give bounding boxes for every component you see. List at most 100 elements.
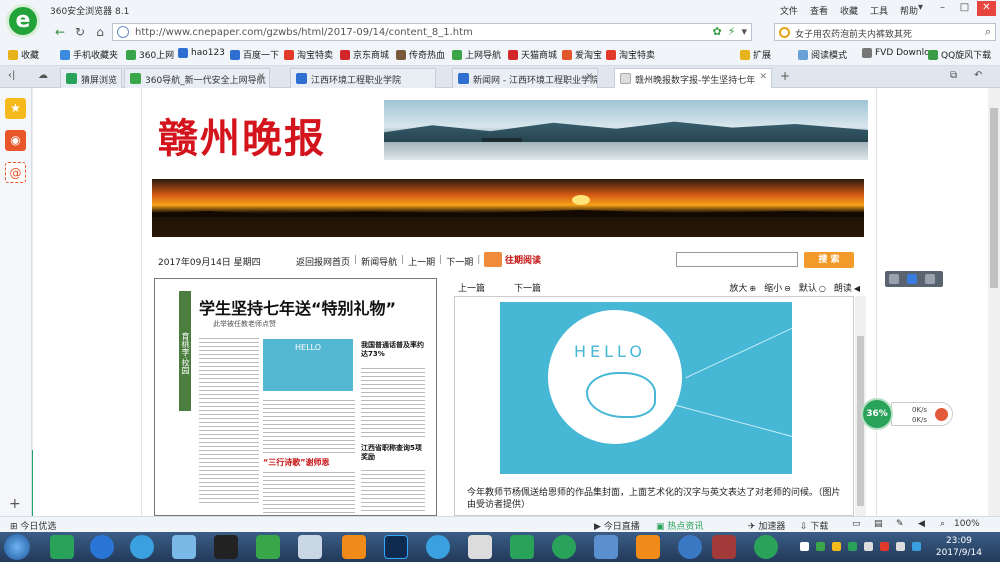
taskbar-360-browser-icon[interactable] (50, 535, 74, 559)
tab-college[interactable]: 江西环境工程职业学院 (290, 68, 436, 88)
taskbar-bird-icon[interactable] (130, 535, 154, 559)
read-aloud-button[interactable]: 朗读 ◀ (834, 281, 860, 294)
menu-favorites[interactable]: 收藏 (840, 4, 858, 17)
tray-360-icon[interactable] (848, 542, 857, 551)
cloud-icon[interactable]: ☁ (38, 70, 48, 81)
tray-ime-icon[interactable] (912, 542, 921, 551)
download-link[interactable]: ⇩ 下载 (800, 519, 828, 532)
favorite-item[interactable]: hao123 (178, 48, 225, 58)
home-link[interactable]: 返回报网首页 (296, 255, 350, 268)
section-nav-link[interactable]: 新闻导航 (361, 255, 397, 268)
clock[interactable]: 23:09 2017/9/14 (936, 535, 982, 559)
paper-search-button[interactable]: 搜 索 (804, 252, 854, 268)
hot-news-link[interactable]: ▣ 热点资讯 (656, 519, 703, 532)
favorite-item[interactable]: 阅读模式 (798, 48, 847, 61)
taskbar-taobao-icon[interactable] (636, 535, 660, 559)
newspaper-headline[interactable]: 学生坚持七年送“特别礼物” (199, 295, 396, 319)
favorite-item[interactable]: 扩展 (740, 48, 771, 61)
search-field[interactable]: 女子用农药泡前夫内裤致其死 ⌕ (774, 23, 996, 41)
tab-guess[interactable]: 猜屏浏览 (60, 68, 122, 88)
favorite-item[interactable]: FVD Downloa (862, 48, 935, 58)
side-story-2[interactable]: 江西省职称查询5项奖励 (361, 444, 425, 462)
lightning-icon[interactable]: ⚡ (728, 25, 736, 38)
search-icon[interactable]: ⌕ (985, 25, 991, 39)
tab-news[interactable]: 新闻网 - 江西环境工程职业学院 ✕ (452, 68, 598, 88)
menu-view[interactable]: 查看 (810, 4, 828, 17)
taskbar-disc-icon[interactable] (298, 535, 322, 559)
close-button[interactable]: ✕ (977, 1, 996, 16)
favorite-item[interactable]: 京东商城 (340, 48, 389, 61)
taskbar-play-icon[interactable] (552, 535, 576, 559)
taskbar-doc-icon[interactable] (468, 535, 492, 559)
favorite-item[interactable]: 淘宝特卖 (284, 48, 333, 61)
poem-story[interactable]: “三行诗歌”谢师恩 (263, 457, 330, 468)
restore-tab-icon[interactable]: ⧉ (950, 70, 957, 81)
favorite-item[interactable]: 传奇热血 (396, 48, 445, 61)
url-text[interactable]: http://www.cnepaper.com/gzwbs/html/2017-… (135, 27, 473, 38)
tray-shield-icon[interactable] (816, 542, 825, 551)
undo-tab-icon[interactable]: ↶ (974, 70, 982, 81)
floating-toolbar[interactable] (885, 271, 943, 287)
settings-icon[interactable] (925, 274, 935, 284)
sb-zoom-icon[interactable]: ⌕ (940, 519, 945, 529)
taskbar-iqiyi-icon[interactable] (510, 535, 534, 559)
paper-search-input[interactable] (676, 252, 798, 267)
tray-plus-icon[interactable] (832, 542, 841, 551)
tab-close-icon[interactable]: ✕ (585, 72, 593, 82)
tab-gzwb[interactable]: 赣州晚报数字报-学生坚持七年 ✕ (614, 68, 772, 88)
star-icon[interactable]: ★ (5, 98, 26, 119)
screen-icon[interactable] (889, 274, 899, 284)
back-icon[interactable]: ← (52, 24, 68, 40)
tray-alert-icon[interactable] (880, 542, 889, 551)
home-icon[interactable]: ⌂ (92, 24, 108, 40)
tray-volume-icon[interactable] (896, 542, 905, 551)
taskbar-qq-icon[interactable] (214, 535, 238, 559)
prev-issue-link[interactable]: 上一期 (408, 255, 435, 268)
past-issue-link[interactable]: 往期阅读 (484, 252, 541, 267)
taskbar-wechat-icon[interactable] (754, 535, 778, 559)
accelerator-link[interactable]: ✈ 加速器 (748, 519, 785, 532)
dropdown-icon[interactable]: ▾ (741, 25, 747, 38)
weibo-icon[interactable]: ◉ (5, 130, 26, 151)
newspaper-page-image[interactable]: 育桃李·校园 学生坚持七年送“特别礼物” 此举被任教老师点赞 HELLO 我国普… (154, 278, 437, 516)
search-input[interactable]: 女子用农药泡前夫内裤致其死 (795, 27, 970, 40)
favorite-item[interactable]: 爱淘宝 (562, 48, 602, 61)
refresh-icon[interactable]: ↻ (72, 24, 88, 40)
network-speed-widget[interactable]: 0K/s 0K/s 36% (861, 398, 953, 430)
next-article-link[interactable]: 下一篇 (514, 281, 541, 294)
add-icon[interactable]: + (9, 496, 21, 512)
sb-sound-icon[interactable]: ◀ (918, 519, 925, 529)
daily-picks-link[interactable]: ⊞ 今日优选 (10, 519, 56, 532)
zoom-level[interactable]: 100% (954, 519, 980, 529)
favorite-item[interactable]: 360上网 (126, 48, 174, 61)
taskbar-cloud-icon[interactable] (678, 535, 702, 559)
tray-up-icon[interactable] (800, 542, 809, 551)
taskbar-ps-icon[interactable] (384, 535, 408, 559)
favorite-item[interactable]: 手机收藏夹 (60, 48, 118, 61)
zoom-in-button[interactable]: 放大 ⊕ (729, 281, 756, 294)
taskbar-leaf-icon[interactable] (256, 535, 280, 559)
taskbar-k-icon[interactable] (90, 535, 114, 559)
start-button[interactable] (4, 534, 30, 560)
taskbar-video-icon[interactable] (712, 535, 736, 559)
tray-network-icon[interactable] (864, 542, 873, 551)
tab-close-icon[interactable]: ✕ (759, 72, 767, 82)
side-story-1[interactable]: 我国普通话普及率约达73% (361, 341, 425, 359)
menu-tools[interactable]: 工具 (870, 4, 888, 17)
help-icon[interactable] (907, 274, 917, 284)
search-engine-icon[interactable] (779, 27, 790, 38)
safe-icon[interactable]: ✿ (713, 25, 722, 38)
tab-list-icon[interactable]: ‹| (8, 70, 15, 81)
sb-edit-icon[interactable]: ✎ (896, 519, 904, 529)
skin-icon[interactable]: ▾ (911, 1, 930, 16)
taskbar-ie-icon[interactable] (426, 535, 450, 559)
live-link[interactable]: ▶ 今日直播 (594, 519, 640, 532)
favorite-item[interactable]: 上网导航 (452, 48, 501, 61)
zoom-out-button[interactable]: 缩小 ⊖ (764, 281, 791, 294)
tab-close-icon[interactable]: ✕ (257, 72, 265, 82)
page-scrollbar[interactable] (988, 88, 1000, 516)
favorite-item[interactable]: 天猫商城 (508, 48, 557, 61)
maximize-button[interactable]: □ (955, 1, 974, 16)
default-size-button[interactable]: 默认 ○ (799, 281, 826, 294)
url-field[interactable]: http://www.cnepaper.com/gzwbs/html/2017-… (112, 23, 752, 41)
